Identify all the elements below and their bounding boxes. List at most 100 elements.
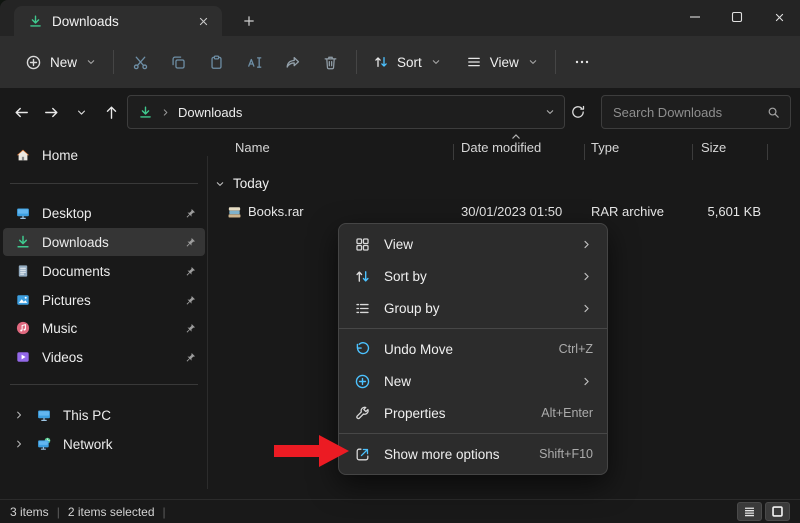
column-header-size[interactable]: Size — [701, 140, 726, 155]
menu-item-label: View — [384, 237, 567, 252]
chevron-down-icon — [85, 56, 97, 68]
pin-icon — [184, 322, 197, 335]
refresh-icon — [570, 104, 586, 120]
show-more-options-icon — [354, 446, 371, 463]
back-button[interactable] — [8, 98, 35, 126]
plus-circle-icon — [354, 373, 371, 390]
file-date-modified: 30/01/2023 01:50 — [461, 204, 562, 219]
trash-icon — [322, 54, 339, 71]
sort-button-label: Sort — [397, 55, 422, 70]
red-callout-arrow — [274, 434, 350, 468]
sidebar-item-downloads[interactable]: Downloads — [3, 228, 205, 256]
tab-title: Downloads — [52, 14, 183, 29]
sidebar-item-desktop[interactable]: Desktop — [3, 199, 205, 227]
sidebar-item-network[interactable]: Network — [3, 430, 205, 458]
paste-button[interactable] — [197, 45, 235, 79]
tab-downloads[interactable]: Downloads — [14, 6, 222, 36]
music-icon — [15, 320, 31, 336]
details-view-toggle[interactable] — [737, 502, 762, 521]
rename-button[interactable] — [235, 45, 273, 79]
column-header-name[interactable]: Name — [235, 140, 270, 155]
column-divider[interactable] — [584, 144, 585, 160]
share-button[interactable] — [273, 45, 311, 79]
menu-item-label: Sort by — [384, 269, 567, 284]
new-tab-button[interactable] — [236, 9, 262, 33]
up-button[interactable] — [98, 98, 125, 126]
menu-item-new[interactable]: New — [343, 365, 603, 397]
downloads-icon — [15, 234, 31, 250]
chevron-down-icon — [527, 56, 539, 68]
more-options-button[interactable] — [563, 45, 601, 79]
menu-item-sort-by[interactable]: Sort by — [343, 260, 603, 292]
plus-circle-icon — [25, 54, 42, 71]
up-icon — [103, 104, 120, 121]
menu-item-group-by[interactable]: Group by — [343, 292, 603, 324]
menu-item-undo-move[interactable]: Undo Move Ctrl+Z — [343, 333, 603, 365]
large-icons-view-toggle[interactable] — [765, 502, 790, 521]
sidebar-item-this-pc[interactable]: This PC — [3, 401, 205, 429]
recent-locations-button[interactable] — [68, 98, 95, 126]
search-icon[interactable] — [766, 105, 781, 120]
sort-ascending-icon — [511, 133, 521, 141]
menu-item-show-more-options[interactable]: Show more options Shift+F10 — [343, 438, 603, 470]
sidebar-item-label: Pictures — [42, 293, 173, 308]
sidebar-item-label: Videos — [42, 350, 173, 365]
videos-icon — [15, 349, 31, 365]
sidebar-item-pictures[interactable]: Pictures — [3, 286, 205, 314]
submenu-chevron-icon — [580, 375, 593, 388]
file-name[interactable]: Books.rar — [248, 204, 304, 219]
new-button[interactable]: New — [16, 47, 106, 78]
sort-icon — [354, 268, 371, 285]
view-button-label: View — [490, 55, 519, 70]
search-input[interactable] — [613, 105, 766, 120]
toolbar-separator — [113, 50, 114, 74]
menu-item-label: Properties — [384, 406, 528, 421]
column-divider[interactable] — [453, 144, 454, 160]
menu-item-label: Group by — [384, 301, 567, 316]
large-icons-view-icon — [771, 505, 784, 518]
sidebar-item-label: Music — [42, 321, 173, 336]
tab-close-button[interactable] — [192, 10, 214, 32]
collapse-chevron-icon[interactable] — [214, 178, 226, 190]
expand-chevron-icon[interactable] — [13, 409, 25, 421]
cut-button[interactable] — [121, 45, 159, 79]
pin-icon — [184, 236, 197, 249]
group-by-icon — [354, 300, 371, 317]
breadcrumb-location[interactable]: Downloads — [178, 105, 537, 120]
menu-separator — [339, 328, 607, 329]
column-divider[interactable] — [767, 144, 768, 160]
minimize-button[interactable] — [674, 0, 716, 34]
menu-separator — [339, 433, 607, 434]
menu-item-shortcut: Shift+F10 — [539, 447, 593, 461]
sidebar-item-label: Downloads — [42, 235, 173, 250]
forward-button[interactable] — [38, 98, 65, 126]
sidebar-item-music[interactable]: Music — [3, 314, 205, 342]
search-box — [601, 95, 791, 129]
command-bar: New Sort View — [0, 36, 800, 88]
details-view-icon — [743, 505, 756, 518]
column-divider[interactable] — [692, 144, 693, 160]
group-header-today[interactable]: Today — [214, 176, 269, 191]
expand-chevron-icon[interactable] — [13, 438, 25, 450]
delete-button[interactable] — [311, 45, 349, 79]
refresh-button[interactable] — [562, 97, 594, 127]
address-bar[interactable]: Downloads — [127, 95, 565, 129]
rar-archive-icon — [226, 203, 243, 220]
menu-item-shortcut: Ctrl+Z — [559, 342, 593, 356]
column-header-type[interactable]: Type — [591, 140, 619, 155]
view-button[interactable]: View — [457, 47, 548, 77]
sort-button[interactable]: Sort — [364, 47, 451, 77]
copy-button[interactable] — [159, 45, 197, 79]
column-header-date-modified[interactable]: Date modified — [461, 140, 541, 155]
address-dropdown-icon[interactable] — [544, 106, 556, 118]
maximize-button[interactable] — [716, 0, 758, 34]
sidebar-item-documents[interactable]: Documents — [3, 257, 205, 285]
forward-icon — [43, 104, 60, 121]
sidebar-item-home[interactable]: Home — [3, 141, 205, 169]
close-window-button[interactable] — [758, 0, 800, 34]
sidebar-item-videos[interactable]: Videos — [3, 343, 205, 371]
menu-item-properties[interactable]: Properties Alt+Enter — [343, 397, 603, 429]
menu-item-view[interactable]: View — [343, 228, 603, 260]
ellipsis-icon — [574, 54, 590, 70]
items-count: 3 items — [10, 505, 49, 519]
